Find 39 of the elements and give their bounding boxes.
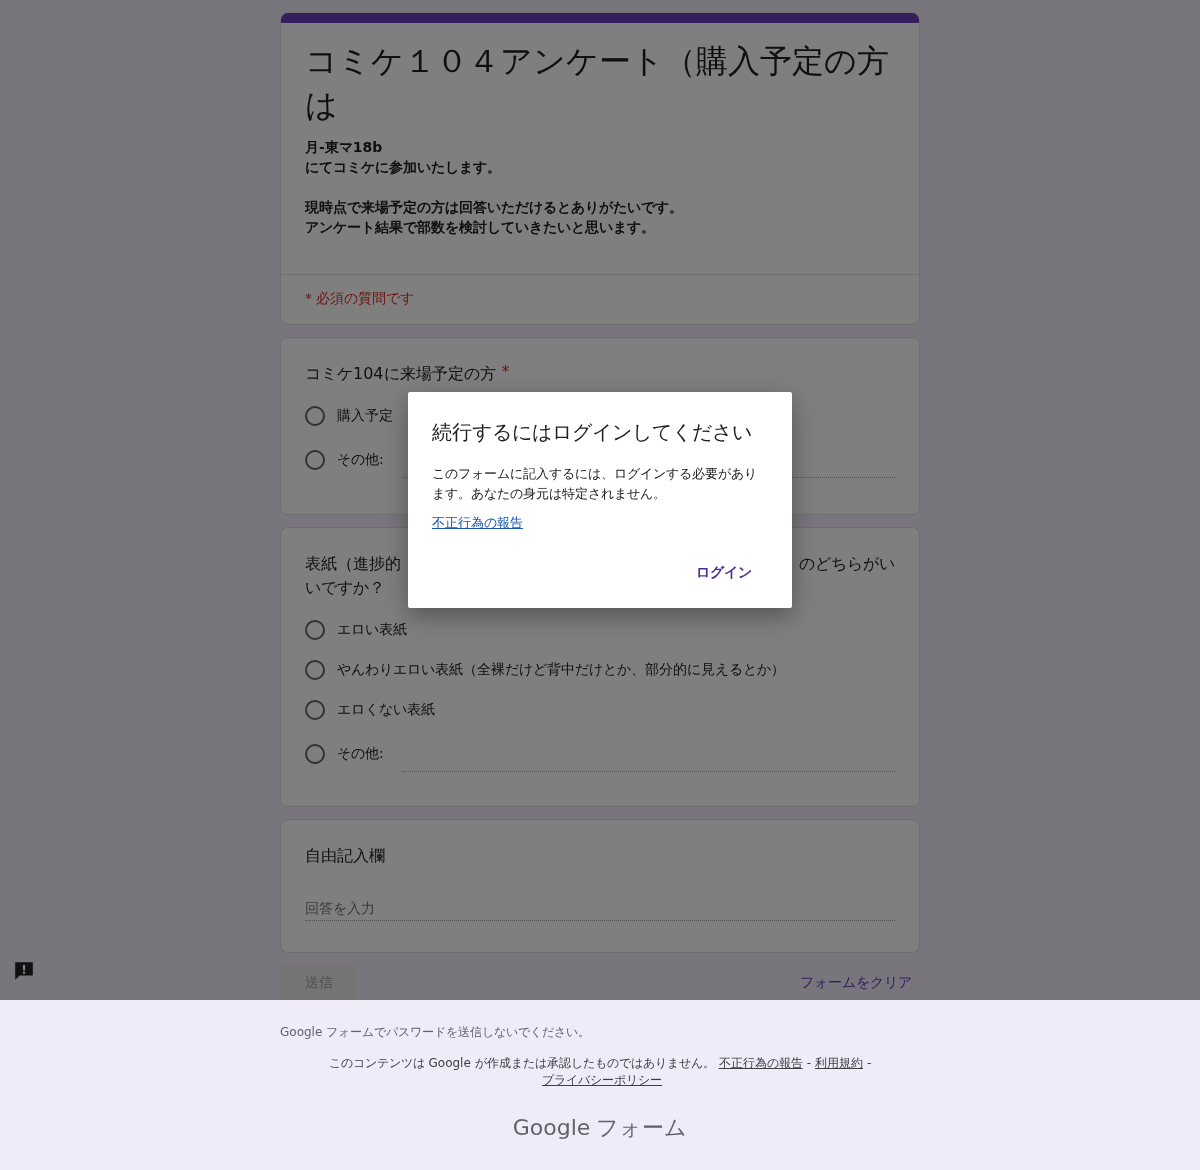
form-description: 現時点で来場予定の方は回答いただけるとありがたいです。 xyxy=(305,198,684,217)
dialog-title: 続行するにはログインしてください xyxy=(432,419,753,446)
feedback-icon[interactable] xyxy=(13,960,35,982)
option-label: その他: xyxy=(337,745,384,763)
radio-button[interactable] xyxy=(305,744,325,764)
question-title: 表紙（進捗的 xyxy=(305,553,401,575)
footer-link[interactable]: 利用規約 xyxy=(814,1056,863,1070)
radio-button[interactable] xyxy=(305,700,325,720)
answer-field[interactable]: 回答を入力 xyxy=(305,896,895,921)
option-label: エロい表紙 xyxy=(337,621,407,639)
question-title: コミケ104に来場予定の方 xyxy=(305,363,496,385)
form-description: 月-東マ18b xyxy=(305,138,384,157)
radio-button[interactable] xyxy=(305,406,325,426)
form-title: コミケ１０４アンケート（購入予定の方は xyxy=(305,41,890,126)
question-title: 自由記入欄 xyxy=(305,845,385,867)
radio-button[interactable] xyxy=(305,450,325,470)
report-abuse-link[interactable]: 不正行為の報告 xyxy=(432,515,523,530)
required-mark: * xyxy=(501,362,510,383)
footer-link[interactable]: 不正行為の報告 xyxy=(718,1056,803,1070)
form-description: にてコミケに参加いたします。 xyxy=(305,158,502,177)
link-separator: - xyxy=(806,1056,811,1070)
dialog-message: このフォームに記入するには、ログインする必要があります。あなたの身元は特定されません。 xyxy=(432,465,758,503)
radio-button[interactable] xyxy=(305,620,325,640)
option-label: エロくない表紙 xyxy=(337,701,435,719)
option-label: やんわりエロい表紙（全裸だけど背中だけとか、部分的に見えるとか） xyxy=(337,661,785,679)
logo-product-name: フォーム xyxy=(596,1114,688,1142)
password-warning: Google フォームでパスワードを送信しないでください。 xyxy=(280,1024,592,1041)
question-title: いですか？ xyxy=(305,578,385,597)
required-note: * 必須の質問です xyxy=(305,290,415,306)
link-separator: - xyxy=(866,1056,872,1070)
question-title: のどちらがい xyxy=(799,553,895,575)
form-description: アンケート結果で部数を検討していきたいと思います。 xyxy=(305,218,656,237)
option-label: 購入予定 xyxy=(337,407,393,425)
footer-link[interactable]: プライバシーポリシー xyxy=(542,1073,662,1087)
logo-wordmark: Google xyxy=(512,1115,591,1140)
radio-button[interactable] xyxy=(305,660,325,680)
option-label: その他: xyxy=(337,451,384,469)
login-button[interactable]: ログイン xyxy=(688,556,760,590)
disclaimer-text: このコンテンツは Google が作成または承認したものではありません。 xyxy=(328,1056,715,1070)
